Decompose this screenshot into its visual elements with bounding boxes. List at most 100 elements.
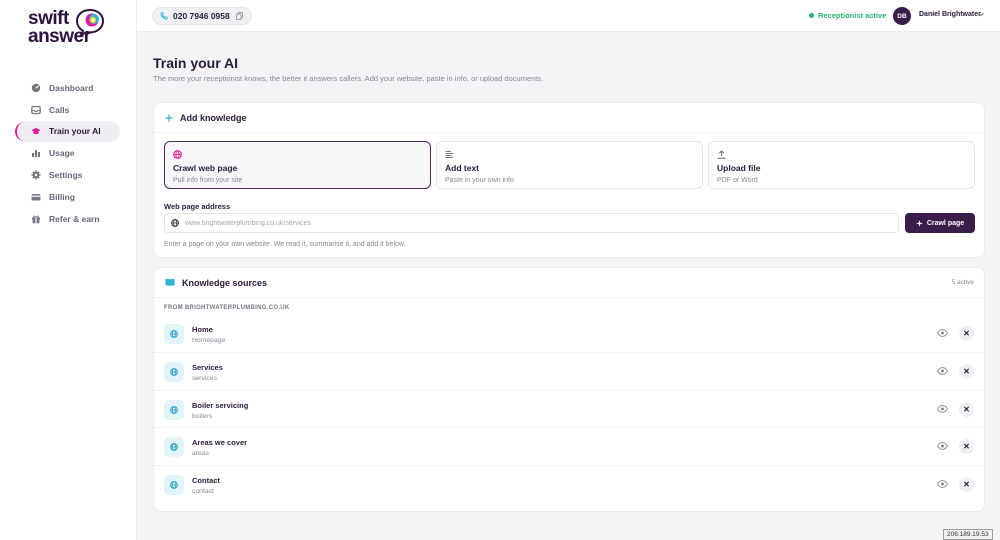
globe-icon: [173, 150, 422, 159]
sidebar-item-calls[interactable]: Calls: [0, 99, 137, 121]
sidebar-item-train-your-ai[interactable]: Train your AI: [0, 120, 137, 143]
source-path: services: [192, 374, 217, 382]
remove-source-button[interactable]: ✕: [959, 326, 974, 341]
source-path: areas: [192, 450, 210, 458]
sidebar-item-billing[interactable]: Billing: [0, 186, 137, 208]
remove-source-button[interactable]: ✕: [959, 439, 974, 455]
add-knowledge-header: Add knowledge: [154, 103, 984, 133]
sidebar-item-dashboard[interactable]: Dashboard: [0, 77, 137, 99]
web-page-address-field[interactable]: [164, 213, 899, 233]
book-icon: [165, 278, 175, 287]
source-path: boilers: [192, 412, 213, 420]
crawl-page-button[interactable]: Crawl page: [905, 213, 975, 233]
sidebar-item-label: Settings: [49, 169, 83, 180]
knowledge-sources-title: Knowledge sources: [182, 277, 268, 288]
speech-bubble-logo-icon: [75, 8, 105, 36]
bar-chart-icon: [31, 148, 41, 158]
crawl-page-label: Crawl page: [926, 219, 965, 227]
sidebar-item-label: Train your AI: [49, 126, 101, 137]
option-desc: Paste in your own info: [445, 177, 514, 184]
graduation-cap-icon: [31, 126, 41, 136]
option-title: Crawl web page: [173, 163, 238, 173]
status-text: Receptionist active: [818, 11, 887, 20]
option-desc: PDF or Word: [717, 177, 758, 184]
source-title: Areas we cover: [192, 438, 248, 448]
knowledge-sources-card: Knowledge sources 5 active FROM BRIGHTWA…: [153, 267, 985, 512]
plus-icon: [165, 114, 173, 122]
credit-card-icon: [31, 192, 41, 202]
source-title: Contact: [192, 476, 220, 486]
sidebar-item-usage[interactable]: Usage: [0, 142, 137, 164]
option-upload-file[interactable]: Upload file PDF or Word: [708, 141, 975, 189]
web-page-address-input[interactable]: [185, 219, 875, 227]
sparkle-icon: [915, 219, 923, 227]
source-group-label: FROM BRIGHTWATERPLUMBING.CO.UK: [164, 305, 290, 311]
knowledge-source-row: Services services ✕: [154, 353, 984, 391]
sidebar-item-refer-earn[interactable]: Refer & earn: [0, 208, 137, 230]
option-add-text[interactable]: Add text Paste in your own info: [436, 141, 703, 189]
avatar[interactable]: DB: [893, 7, 911, 25]
eye-icon[interactable]: [937, 404, 948, 415]
knowledge-source-row: Boiler servicing boilers ✕: [154, 391, 984, 429]
chevron-down-icon[interactable]: [977, 10, 987, 20]
eye-icon[interactable]: [937, 329, 948, 339]
sidebar-item-label: Billing: [49, 191, 75, 202]
globe-icon: [171, 219, 179, 227]
add-knowledge-card: Add knowledge Crawl web page Pull info f…: [153, 102, 985, 258]
dashboard-icon: [31, 83, 41, 93]
eye-icon[interactable]: [937, 480, 948, 490]
option-crawl-web-page[interactable]: Crawl web page Pull info from your site: [164, 141, 431, 189]
remove-source-button[interactable]: ✕: [959, 477, 974, 493]
knowledge-source-row: Areas we cover areas ✕: [154, 428, 984, 467]
copy-icon[interactable]: [235, 12, 243, 20]
text-lines-icon: [445, 150, 694, 159]
sidebar-nav: Dashboard Calls Train your AI Usage Sett…: [0, 77, 137, 230]
globe-icon: [164, 437, 184, 458]
web-page-address-label: Web page address: [164, 202, 231, 211]
globe-icon: [164, 475, 184, 496]
phone-number: 020 7946 0958: [173, 11, 230, 21]
eye-icon[interactable]: [937, 366, 948, 377]
ip-address-badge: 206.189.19.53: [943, 529, 993, 540]
add-knowledge-title: Add knowledge: [180, 112, 247, 123]
upload-icon: [717, 150, 966, 159]
web-page-address-help: Enter a page on your own website. We rea…: [164, 241, 406, 248]
source-path: contact: [192, 488, 214, 496]
sidebar-item-label: Dashboard: [49, 82, 94, 93]
option-title: Add text: [445, 163, 479, 173]
sidebar-item-label: Calls: [49, 104, 70, 115]
sidebar-item-settings[interactable]: Settings: [0, 164, 137, 186]
receptionist-status: Receptionist active: [809, 11, 886, 20]
sidebar-item-label: Usage: [49, 148, 75, 159]
globe-icon: [164, 399, 184, 420]
page-title: Train your AI: [153, 55, 239, 71]
knowledge-sources-header: Knowledge sources: [154, 268, 984, 298]
source-title: Boiler servicing: [192, 400, 249, 410]
swift-answer-logo[interactable]: swift answer: [28, 8, 108, 52]
option-title: Upload file: [717, 163, 761, 173]
gift-icon: [31, 214, 41, 224]
sidebar-item-label: Refer & earn: [49, 213, 100, 224]
remove-source-button[interactable]: ✕: [959, 363, 974, 379]
knowledge-source-row: Home Homepage ✕: [154, 315, 984, 353]
eye-icon[interactable]: [937, 442, 948, 452]
source-path: Homepage: [192, 337, 226, 344]
user-name[interactable]: Daniel Brightwater: [919, 11, 981, 18]
phone-icon: [160, 12, 168, 20]
status-dot-icon: [809, 13, 814, 18]
source-title: Services: [192, 362, 223, 372]
active-sources-count: 5 active: [951, 279, 974, 286]
globe-icon: [164, 324, 184, 344]
globe-icon: [164, 361, 184, 382]
inbox-icon: [31, 105, 41, 115]
gear-icon: [31, 170, 41, 180]
sidebar: swift answer Dashboard Calls Train your …: [0, 0, 137, 540]
knowledge-source-list: Home Homepage ✕ Services services ✕ Boil…: [154, 315, 984, 504]
page-subtitle: The more your receptionist knows, the be…: [153, 74, 544, 83]
knowledge-source-row: Contact contact ✕: [154, 466, 984, 504]
source-title: Home: [192, 325, 213, 334]
phone-number-pill[interactable]: 020 7946 0958: [152, 7, 252, 25]
top-bar: 020 7946 0958 Receptionist active DB Dan…: [137, 0, 1000, 32]
option-desc: Pull info from your site: [173, 177, 243, 184]
remove-source-button[interactable]: ✕: [959, 401, 974, 417]
